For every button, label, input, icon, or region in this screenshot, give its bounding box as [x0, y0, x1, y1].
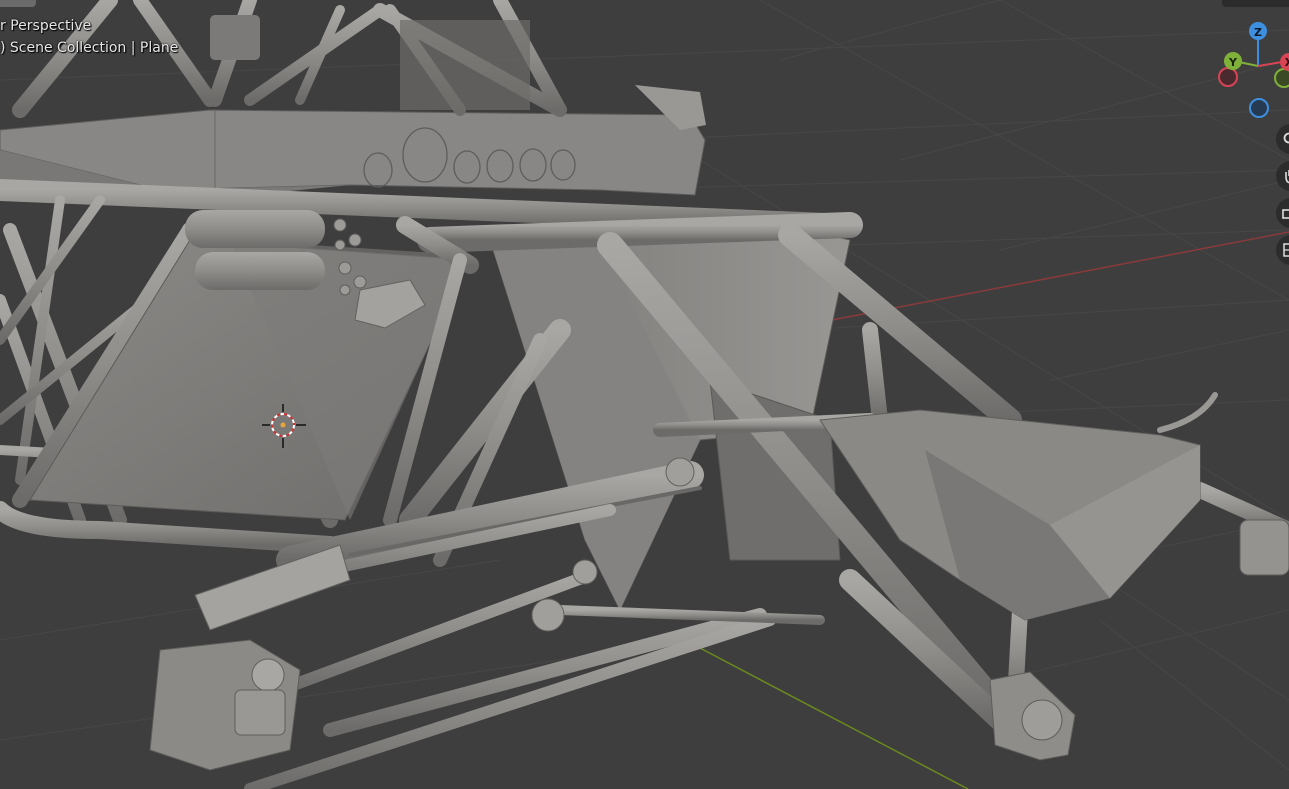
grid-icon [1283, 243, 1289, 257]
scene-render[interactable] [0, 0, 1289, 789]
y-axis-line [699, 647, 969, 789]
neg-z-axis-icon[interactable] [1249, 98, 1269, 118]
neg-x-axis-icon[interactable] [1218, 67, 1238, 87]
camera-icon [1282, 209, 1289, 219]
buggy-frame-model [0, 0, 1289, 789]
navigation-gizmo[interactable]: Z Y X [1210, 18, 1289, 118]
z-axis-label: Z [1254, 26, 1262, 39]
magnifier-icon [1283, 132, 1289, 144]
neg-y-axis-icon[interactable] [1274, 68, 1289, 88]
header-tab-right[interactable] [1222, 0, 1289, 7]
header-tab-left[interactable] [0, 0, 36, 7]
3d-viewport[interactable]: r Perspective ) Scene Collection | Plane… [0, 0, 1289, 789]
collection-label: ) Scene Collection | Plane [0, 40, 179, 56]
hand-icon [1285, 170, 1289, 184]
x-axis-label: X [1285, 56, 1289, 69]
y-axis-label: Y [1228, 56, 1238, 69]
view-name-label: r Perspective [0, 18, 92, 34]
3d-cursor-icon[interactable] [262, 404, 308, 450]
